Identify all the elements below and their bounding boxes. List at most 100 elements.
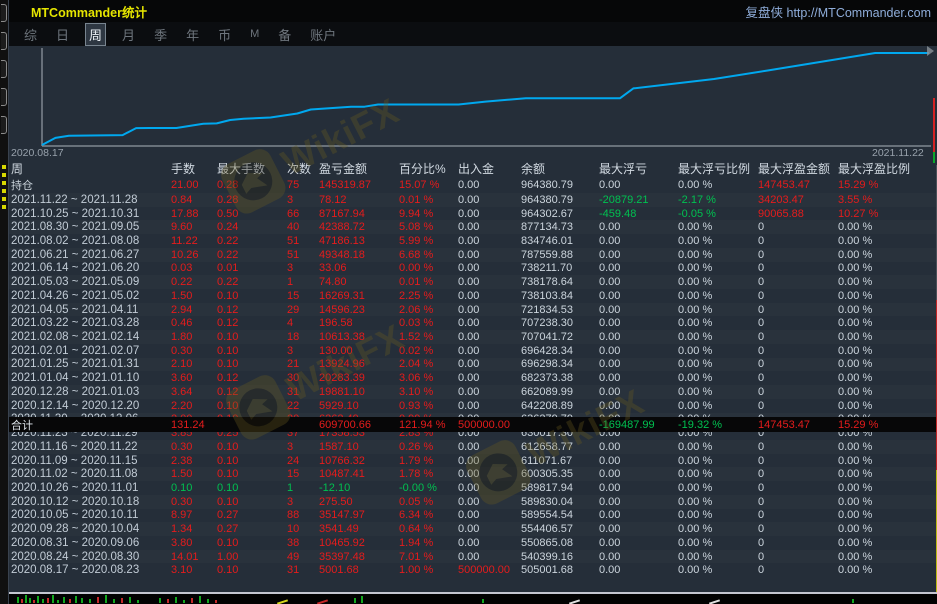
table-row[interactable]: 2020.11.02 ~ 2020.11.081.500.101510487.4…: [9, 467, 937, 481]
column-header: 余额: [521, 160, 599, 177]
table-row[interactable]: 2021.06.21 ~ 2021.06.2710.260.225149348.…: [9, 248, 937, 262]
cell: 0.00 %: [838, 551, 937, 563]
cell: 0.00: [599, 235, 678, 247]
table-row[interactable]: 2020.11.16 ~ 2020.11.220.300.1031587.100…: [9, 440, 937, 454]
table-row[interactable]: 2020.08.24 ~ 2020.08.3014.011.004935397.…: [9, 550, 937, 564]
tab-月[interactable]: 月: [119, 24, 138, 45]
table-row[interactable]: 2021.01.25 ~ 2021.01.312.100.102113924.9…: [9, 358, 937, 372]
cell: 707238.30: [521, 317, 599, 329]
cell: 0.03: [171, 262, 217, 274]
table-row[interactable]: 2021.05.03 ~ 2021.05.090.220.22174.800.0…: [9, 275, 937, 289]
background-candle-mark: [21, 599, 23, 603]
cell: 2021.08.30 ~ 2021.09.05: [11, 221, 171, 233]
cell: 1.79 %: [399, 455, 458, 467]
cell: 0.00 %: [678, 317, 758, 329]
cell: 0.01: [217, 262, 287, 274]
table-row[interactable]: 2020.12.28 ~ 2021.01.033.640.123119881.1…: [9, 385, 937, 399]
background-toolbar-button: [1, 4, 7, 22]
cell: 0.00 %: [838, 509, 937, 521]
cell: 0.00 %: [678, 235, 758, 247]
tab-季[interactable]: 季: [151, 24, 170, 45]
cell: 2020.08.17 ~ 2020.08.23: [11, 564, 171, 576]
background-candle-mark: [167, 599, 169, 603]
tab-周[interactable]: 周: [85, 23, 106, 46]
table-row[interactable]: 2020.11.09 ~ 2020.11.152.380.102410766.3…: [9, 454, 937, 468]
table-row[interactable]: 2020.08.31 ~ 2020.09.063.800.103810465.9…: [9, 536, 937, 550]
tab-综[interactable]: 综: [21, 24, 40, 45]
table-row[interactable]: 2021.04.05 ~ 2021.04.112.940.122914596.2…: [9, 303, 937, 317]
cell: 0.00: [599, 345, 678, 357]
cell: 0.01 %: [399, 194, 458, 206]
cell: 0: [758, 496, 838, 508]
background-candle-mark: [159, 598, 161, 603]
background-candle-mark: [317, 599, 328, 604]
table-row[interactable]: 2021.08.02 ~ 2021.08.0811.220.225147186.…: [9, 234, 937, 248]
table-row[interactable]: 2020.08.17 ~ 2020.08.233.100.10315001.68…: [9, 563, 937, 577]
cell: 8.97: [171, 509, 217, 521]
cell: 0.27: [217, 523, 287, 535]
cell: 1.80: [171, 331, 217, 343]
cell: 196.58: [319, 317, 399, 329]
chart-start-date: 2020.08.17: [11, 147, 64, 159]
title-bar[interactable]: MTCommander统计 复盘侠 http://MTCommander.com: [9, 0, 937, 22]
table-row[interactable]: 2020.10.12 ~ 2020.10.180.300.103275.500.…: [9, 495, 937, 509]
screen: MTCommander统计 复盘侠 http://MTCommander.com…: [0, 0, 937, 604]
table-row[interactable]: 持仓21.000.2875145319.8715.07 %0.00964380.…: [9, 177, 937, 193]
table-row[interactable]: 2020.09.28 ~ 2020.10.041.340.27103541.49…: [9, 522, 937, 536]
cell: -20879.21: [599, 194, 678, 206]
cell: 964380.79: [521, 194, 599, 206]
tab-M[interactable]: M: [247, 27, 262, 41]
table-row[interactable]: 2021.10.25 ~ 2021.10.3117.880.506687167.…: [9, 207, 937, 221]
cell: 0.93 %: [399, 400, 458, 412]
total-cell: -19.32 %: [678, 419, 758, 431]
cell: 0.00 %: [838, 235, 937, 247]
background-candle-mark: [277, 599, 288, 604]
cell: 0.00 %: [678, 358, 758, 370]
table-row[interactable]: 2020.10.26 ~ 2020.11.010.100.101-12.10-0…: [9, 481, 937, 495]
cell: 2021.01.25 ~ 2021.01.31: [11, 358, 171, 370]
column-header: 手数: [171, 160, 217, 177]
cell: 0.00: [599, 551, 678, 563]
cell: 33.06: [319, 262, 399, 274]
cell: 10487.41: [319, 468, 399, 480]
tab-账户[interactable]: 账户: [307, 24, 339, 45]
cell: 696298.34: [521, 358, 599, 370]
cell: 0.10: [217, 331, 287, 343]
table-row[interactable]: 2020.10.05 ~ 2020.10.118.970.278835147.9…: [9, 509, 937, 523]
table-row[interactable]: 2021.04.26 ~ 2021.05.021.500.101516269.3…: [9, 289, 937, 303]
table-row[interactable]: 2021.06.14 ~ 2021.06.200.030.01333.060.0…: [9, 262, 937, 276]
cell: 0: [758, 262, 838, 274]
cell: 29: [287, 304, 319, 316]
cell: 0.00: [599, 537, 678, 549]
cell: 0.00: [458, 358, 521, 370]
table-row[interactable]: 2021.08.30 ~ 2021.09.059.600.244042388.7…: [9, 220, 937, 234]
cell: 10.27 %: [838, 208, 937, 220]
cell: 0: [758, 551, 838, 563]
tab-币[interactable]: 币: [215, 24, 234, 45]
tab-年[interactable]: 年: [183, 24, 202, 45]
cell: 642208.89: [521, 400, 599, 412]
cell: 0.00 %: [678, 564, 758, 576]
tab-备[interactable]: 备: [275, 24, 294, 45]
background-candle-mark: [113, 599, 115, 603]
cell: 0.00: [599, 317, 678, 329]
background-candle-mark: [105, 595, 107, 603]
table-row[interactable]: 2021.03.22 ~ 2021.03.280.460.124196.580.…: [9, 316, 937, 330]
cell: 0.28: [217, 179, 287, 191]
cell: 3.10: [171, 564, 217, 576]
table-row[interactable]: 2020.12.14 ~ 2020.12.202.200.10225929.10…: [9, 399, 937, 413]
table-row[interactable]: 2021.01.04 ~ 2021.01.103.600.123020283.3…: [9, 371, 937, 385]
cell: 0: [758, 455, 838, 467]
tab-日[interactable]: 日: [53, 24, 72, 45]
brand-link[interactable]: 复盘侠 http://MTCommander.com: [746, 2, 931, 21]
table-row[interactable]: 2021.11.22 ~ 2021.11.280.840.28378.120.0…: [9, 193, 937, 207]
table-row[interactable]: 2021.02.08 ~ 2021.02.141.800.101810613.3…: [9, 330, 937, 344]
cell: 0.00: [458, 441, 521, 453]
background-candle-mark: [97, 597, 99, 603]
cell: 0.00: [458, 179, 521, 191]
cell: 0.00 %: [678, 249, 758, 261]
cell: 15: [287, 468, 319, 480]
scroll-arrow-icon[interactable]: [927, 46, 934, 56]
cell: 0.00 %: [838, 221, 937, 233]
table-row[interactable]: 2021.02.01 ~ 2021.02.070.300.103130.000.…: [9, 344, 937, 358]
